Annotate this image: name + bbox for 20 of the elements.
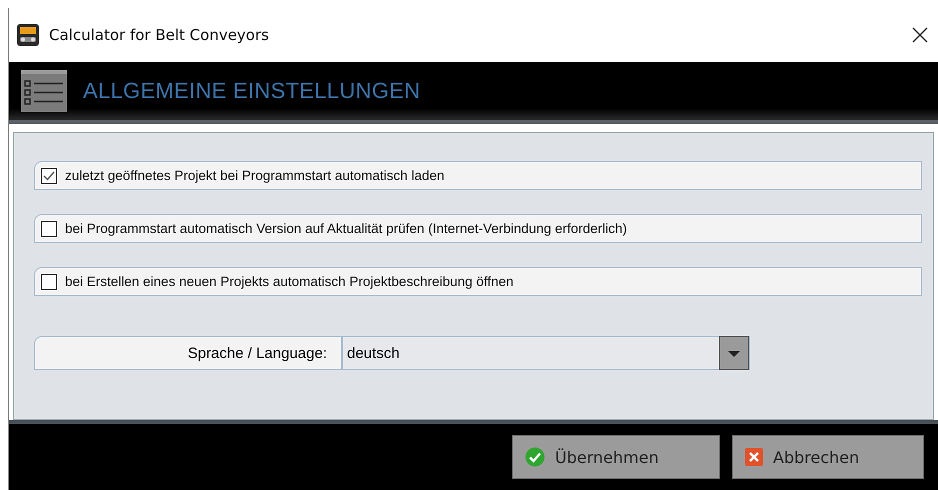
section-title: ALLGEMEINE EINSTELLUNGEN	[83, 78, 420, 104]
checkmark-icon	[525, 447, 545, 467]
close-icon	[745, 448, 763, 466]
language-dropdown[interactable]: deutsch	[342, 336, 750, 370]
checkbox[interactable]	[41, 220, 57, 236]
close-icon[interactable]	[912, 27, 928, 43]
app-icon	[17, 24, 39, 46]
window-title: Calculator for Belt Conveyors	[49, 26, 270, 44]
option-label: bei Erstellen eines neuen Projekts automatisch Projektbeschreibung öffnen	[65, 274, 514, 289]
option-label: bei Programmstart automatisch Version auf Aktualität prüfen (Internet-Verbindung erforderlich)	[65, 221, 628, 236]
checkbox[interactable]	[41, 168, 57, 184]
language-label: Sprache / Language:	[34, 336, 342, 370]
checkbox[interactable]	[41, 274, 57, 290]
option-row[interactable]: bei Erstellen eines neuen Projekts automatisch Projektbeschreibung öffnen	[34, 267, 922, 296]
list-icon	[21, 70, 67, 112]
option-label: zuletzt geöffnetes Projekt bei Programmstart automatisch laden	[65, 168, 444, 183]
option-row[interactable]: zuletzt geöffnetes Projekt bei Programmstart automatisch laden	[34, 161, 922, 190]
apply-button[interactable]: Übernehmen	[512, 435, 720, 479]
option-row[interactable]: bei Programmstart automatisch Version auf Aktualität prüfen (Internet-Verbindung erforderlich)	[34, 214, 922, 243]
cancel-button[interactable]: Abbrechen	[732, 435, 924, 479]
